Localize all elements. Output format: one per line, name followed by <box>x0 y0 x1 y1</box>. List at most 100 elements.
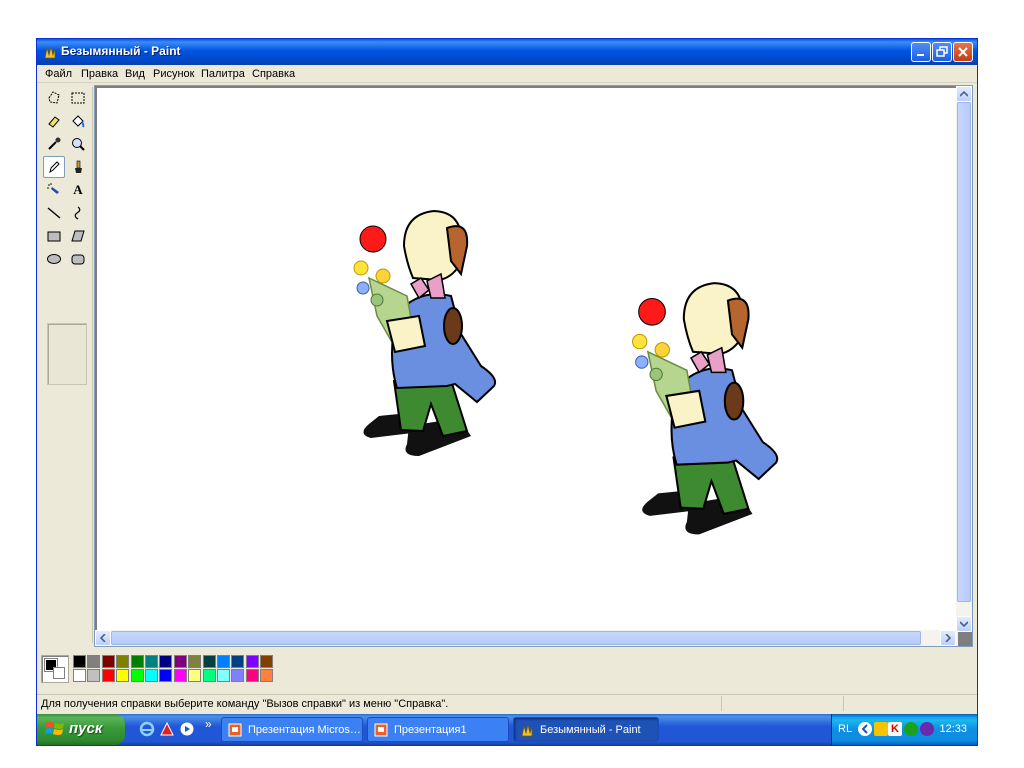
tool-rect-select[interactable] <box>67 87 89 109</box>
tool-brush[interactable] <box>67 156 89 178</box>
language-indicator[interactable]: RL <box>838 723 852 735</box>
color-swatch[interactable] <box>73 655 86 668</box>
quicklaunch-more[interactable]: » <box>205 717 212 731</box>
color-swatch[interactable] <box>245 669 259 682</box>
tool-text[interactable]: A <box>67 179 89 201</box>
color-swatch[interactable] <box>116 669 130 682</box>
rectangle-icon <box>47 231 61 242</box>
color-swatch[interactable] <box>188 669 202 682</box>
tool-ellipse[interactable] <box>43 248 65 270</box>
text-icon: A <box>73 182 83 197</box>
shield-icon[interactable] <box>874 722 888 736</box>
airbrush-icon <box>47 183 59 194</box>
color-swatch[interactable] <box>260 655 274 668</box>
close-icon <box>958 47 968 57</box>
scroll-down-button[interactable] <box>956 616 972 632</box>
title-bar[interactable]: Безымянный - Paint <box>37 39 977 65</box>
color-swatch[interactable] <box>87 655 101 668</box>
powerpoint-icon <box>228 723 242 737</box>
tool-free-select[interactable] <box>43 87 65 109</box>
menu-palette[interactable]: Палитра <box>201 68 245 80</box>
status-cell-coords <box>721 696 841 711</box>
security-icon[interactable] <box>920 722 934 736</box>
status-cell-size <box>843 696 975 711</box>
color-swatch[interactable] <box>217 669 230 682</box>
magnifier-icon <box>72 138 85 151</box>
tool-curve[interactable] <box>67 202 89 224</box>
clown-image-right <box>632 282 779 535</box>
start-button[interactable]: пуск <box>37 714 125 745</box>
close-button[interactable] <box>953 42 973 62</box>
scroll-up-button[interactable] <box>956 86 972 102</box>
color-swatch[interactable] <box>231 655 245 668</box>
color-swatch[interactable] <box>101 669 115 682</box>
restore-button[interactable] <box>932 42 952 62</box>
color-swatch[interactable] <box>202 655 216 668</box>
color-swatch[interactable] <box>173 669 187 682</box>
tool-rectangle[interactable] <box>43 225 65 247</box>
color-swatch[interactable] <box>87 669 101 682</box>
clown-image-left <box>353 209 497 456</box>
vertical-scroll-thumb[interactable] <box>957 102 971 602</box>
color-swatch[interactable] <box>188 655 202 668</box>
menu-view[interactable]: Вид <box>125 68 145 80</box>
chevron-down-icon <box>960 621 968 627</box>
tool-airbrush[interactable] <box>43 179 65 201</box>
tool-eyedropper[interactable] <box>43 133 65 155</box>
color-swatch[interactable] <box>101 655 115 668</box>
horizontal-scroll-thumb[interactable] <box>111 631 921 645</box>
brush-icon <box>75 160 82 173</box>
color-swatch[interactable] <box>260 669 274 682</box>
tool-pencil[interactable] <box>43 156 65 178</box>
color-swatch[interactable] <box>116 655 130 668</box>
acrobat-icon[interactable] <box>159 721 175 737</box>
start-label: пуск <box>69 720 103 737</box>
vertical-scrollbar[interactable] <box>956 86 972 632</box>
horizontal-scrollbar[interactable] <box>95 630 958 646</box>
curve-icon <box>74 206 81 220</box>
menu-help[interactable]: Справка <box>252 68 295 80</box>
media-player-icon[interactable] <box>179 721 195 737</box>
back-arrow-icon[interactable] <box>858 722 872 736</box>
color-swatch[interactable] <box>145 655 158 668</box>
antivirus-icon[interactable]: K <box>888 722 902 736</box>
tool-magnifier[interactable] <box>67 133 89 155</box>
rect-select-icon <box>71 92 85 104</box>
background-color-swatch[interactable] <box>53 667 65 679</box>
menu-file[interactable]: Файл <box>45 68 72 80</box>
color-swatch[interactable] <box>245 655 259 668</box>
menu-image[interactable]: Рисунок <box>153 68 195 80</box>
tool-polygon[interactable] <box>67 225 89 247</box>
color-swatch[interactable] <box>231 669 245 682</box>
color-swatch[interactable] <box>217 655 230 668</box>
task-presentation-2[interactable]: Презентация1 <box>367 717 509 742</box>
tool-line[interactable] <box>43 202 65 224</box>
color-swatch[interactable] <box>130 655 144 668</box>
menu-edit[interactable]: Правка <box>81 68 118 80</box>
color-swatch[interactable] <box>159 669 173 682</box>
tool-eraser[interactable] <box>43 110 65 132</box>
task-presentation-1[interactable]: Презентация Micros… <box>221 717 363 742</box>
color-swatch[interactable] <box>202 669 216 682</box>
task-paint[interactable]: Безымянный - Paint <box>513 717 659 742</box>
color-swatch[interactable] <box>130 669 144 682</box>
scroll-left-button[interactable] <box>95 630 111 646</box>
color-swatch[interactable] <box>159 655 173 668</box>
scroll-right-button[interactable] <box>940 630 956 646</box>
current-colors[interactable] <box>41 655 69 683</box>
tool-options-box[interactable] <box>47 323 87 385</box>
color-swatch[interactable] <box>145 669 158 682</box>
free-select-icon <box>48 91 60 104</box>
tool-rounded-rect[interactable] <box>67 248 89 270</box>
status-bar: Для получения справки выберите команду "… <box>37 694 977 712</box>
color-swatch[interactable] <box>173 655 187 668</box>
network-icon[interactable] <box>904 722 918 736</box>
toolbox: A <box>41 87 93 643</box>
color-swatch[interactable] <box>73 669 86 682</box>
ie-icon[interactable] <box>139 721 155 737</box>
drawing-canvas[interactable] <box>97 88 957 632</box>
minimize-button[interactable] <box>911 42 931 62</box>
tool-fill[interactable] <box>67 110 89 132</box>
window-title: Безымянный - Paint <box>61 44 181 58</box>
minimize-icon <box>917 54 924 56</box>
